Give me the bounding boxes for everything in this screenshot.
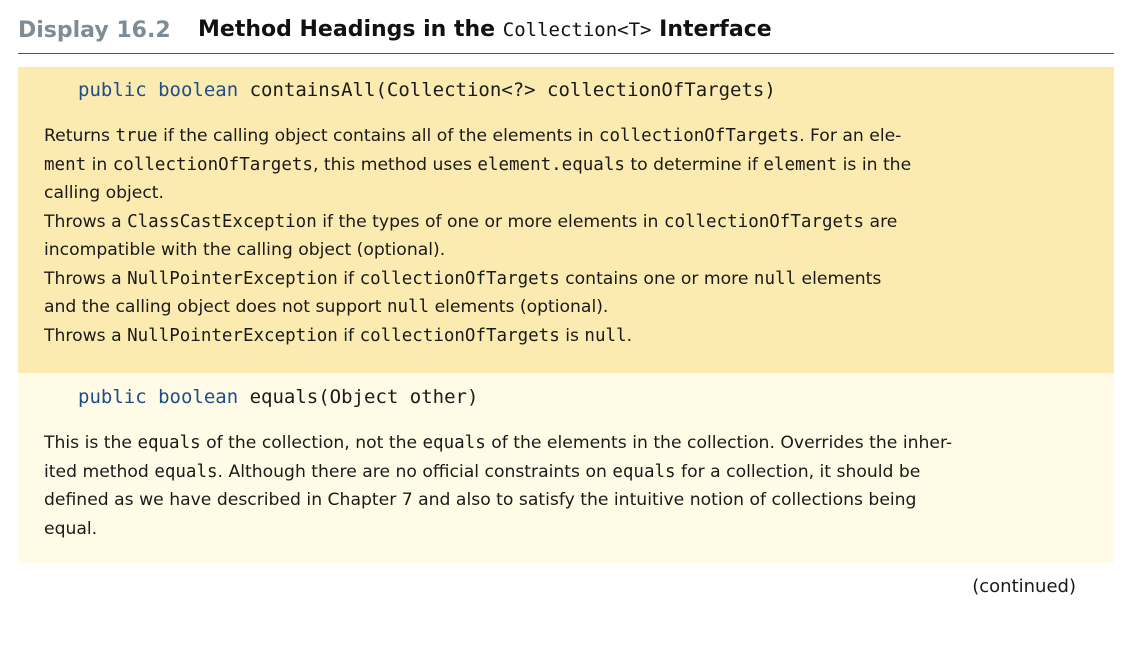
code-term: element.equals (477, 154, 625, 175)
description-paragraph: This is the equals of the collection, no… (44, 429, 1088, 543)
description-paragraph: Returns true if the calling object conta… (44, 122, 1088, 208)
method-modifiers: public boolean (78, 79, 239, 101)
display-header: Display 16.2 Method Headings in the Coll… (18, 12, 1114, 54)
description-text: . (626, 325, 633, 346)
description-text: calling object. (44, 183, 165, 203)
description-text: is (559, 325, 585, 346)
method-heading: public boolean equals(Object other) (44, 373, 1088, 409)
description-paragraph: Throws a NullPointerException if collect… (44, 265, 1088, 322)
code-term: collectionOfTargets (663, 211, 865, 232)
method-description: Returns true if the calling object conta… (44, 122, 1088, 350)
method-block-equals: public boolean equals(Object other) This… (18, 373, 1114, 563)
title-prefix: Method Headings in the (198, 17, 503, 42)
code-term: null (584, 325, 627, 346)
description-text: Throws a (44, 211, 128, 232)
description-text: equal. (44, 518, 98, 539)
description-text: and the calling object does not support (44, 297, 387, 317)
code-term: equals (422, 433, 486, 453)
description-text: if the calling object contains all of th… (157, 126, 599, 146)
code-term: element (763, 154, 838, 175)
method-modifiers: public boolean (78, 386, 239, 408)
description-text: in (86, 154, 113, 175)
description-text: are (864, 211, 898, 232)
display-number: Display 16.2 (18, 18, 171, 43)
description-text: Throws a (44, 325, 128, 346)
code-term: collectionOfTargets (359, 325, 560, 346)
description-text: . Although there are no official constra… (217, 461, 613, 482)
method-signature: containsAll(Collection<?> collectionOfTa… (249, 79, 776, 101)
description-text: incompatible with the calling object (op… (44, 240, 446, 260)
title-suffix: Interface (651, 17, 772, 42)
code-term: equals (612, 461, 676, 482)
method-description: This is the equals of the collection, no… (44, 429, 1088, 543)
description-text: to determine if (624, 154, 764, 175)
description-text: Returns (44, 126, 116, 146)
description-text: This is the (44, 433, 138, 453)
display-title: Method Headings in the Collection<T> Int… (198, 17, 772, 42)
description-text: . For an ele- (799, 126, 902, 146)
description-text: of the collection, not the (200, 433, 423, 453)
method-signature: equals(Object other) (249, 386, 479, 408)
description-text: if (337, 268, 360, 289)
code-term: null (386, 297, 430, 317)
code-term: ment (44, 154, 87, 175)
code-term: ClassCastException (127, 211, 317, 232)
code-term: true (115, 126, 158, 146)
description-paragraph: Throws a NullPointerException if collect… (44, 322, 1088, 351)
description-text: of the elements in the collection. Overr… (485, 433, 953, 453)
description-text: for a collection, it should be (675, 461, 921, 482)
description-text: defined as we have described in Chapter … (44, 490, 917, 510)
description-text: elements (796, 268, 882, 289)
description-text: ited method (44, 461, 155, 482)
code-term: null (753, 268, 797, 289)
code-term: collectionOfTargets (359, 268, 560, 289)
code-term: collectionOfTargets (112, 154, 313, 175)
description-text: if the types of one or more elements in (316, 211, 664, 232)
code-term: NullPointerException (127, 268, 338, 289)
code-term: equals (137, 433, 201, 453)
code-term: equals (154, 461, 218, 482)
code-term: collectionOfTargets (598, 126, 800, 146)
description-text: contains one or more (559, 268, 754, 289)
description-text: is in the (837, 154, 912, 175)
description-text: elements (optional). (429, 297, 609, 317)
description-text: Throws a (44, 268, 128, 289)
description-paragraph: Throws a ClassCastException if the types… (44, 208, 1088, 265)
description-text: if (337, 325, 360, 346)
method-block-containsall: public boolean containsAll(Collection<?>… (18, 67, 1114, 373)
method-heading: public boolean containsAll(Collection<?>… (44, 67, 1088, 102)
title-code: Collection<T> (502, 19, 652, 41)
description-text: , this method uses (312, 154, 478, 175)
code-term: NullPointerException (127, 325, 338, 346)
continued-note: (continued) (972, 576, 1076, 597)
